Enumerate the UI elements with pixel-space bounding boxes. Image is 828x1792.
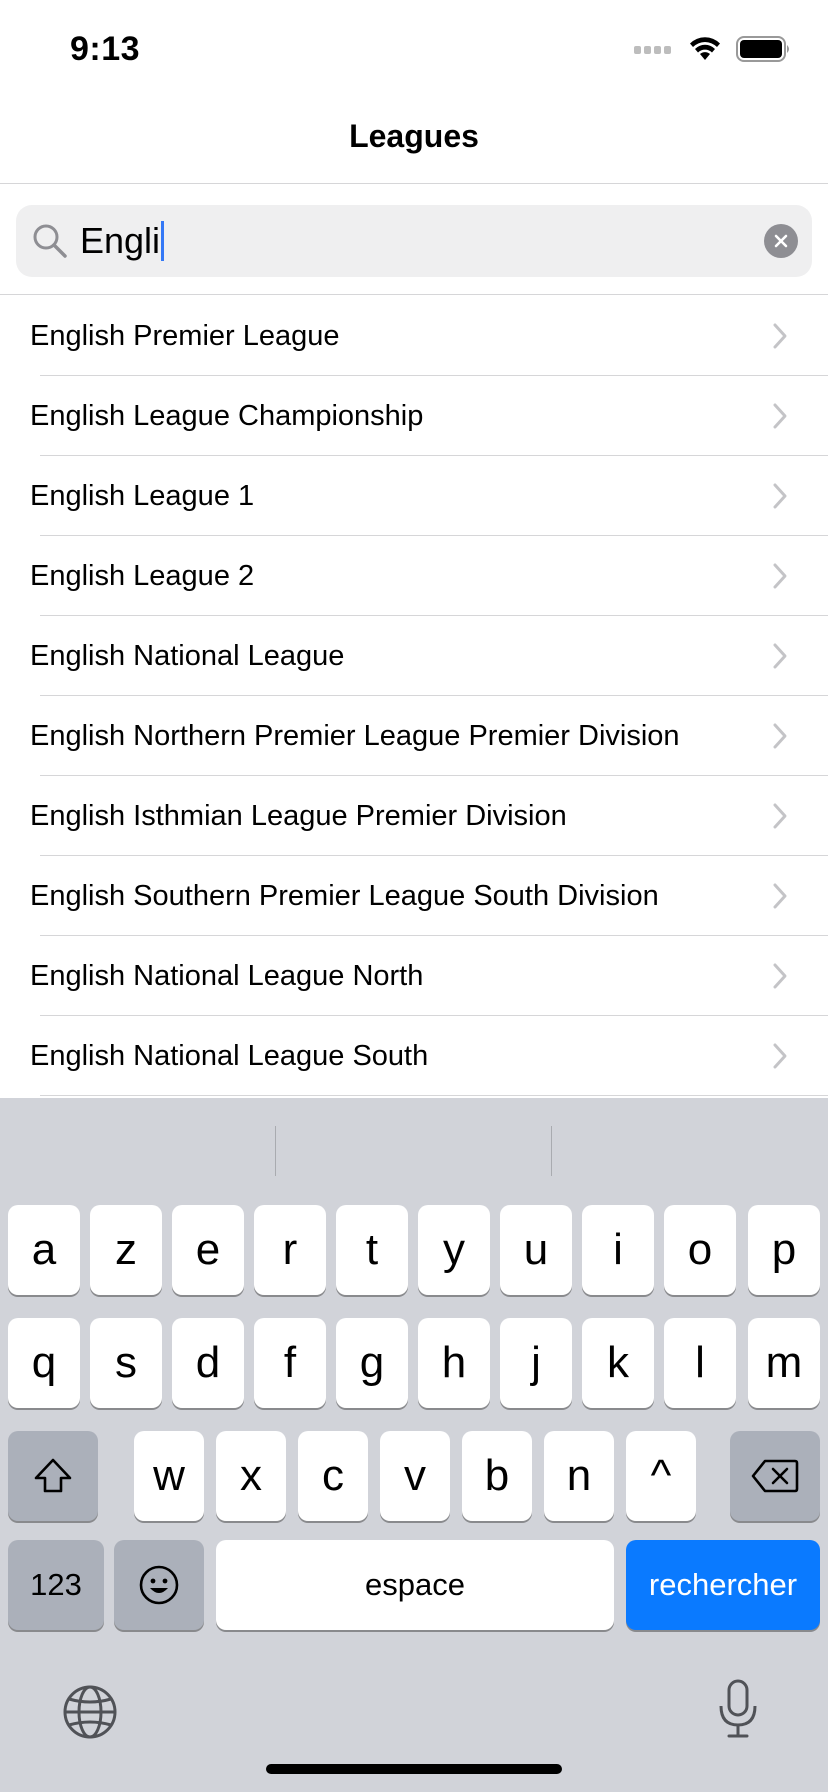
row-divider [40, 1095, 828, 1096]
space-key[interactable]: espace [216, 1540, 614, 1630]
close-icon [774, 234, 788, 248]
globe-icon[interactable] [62, 1684, 118, 1740]
list-item-label: English Northern Premier League Premier … [30, 719, 680, 752]
suggestion-divider [551, 1126, 552, 1176]
list-item-label: English Southern Premier League South Di… [30, 879, 659, 912]
list-item-label: English League Championship [30, 399, 424, 432]
clear-search-button[interactable] [764, 224, 798, 258]
search-area: Engli [0, 185, 828, 295]
key-k[interactable]: k [582, 1318, 654, 1408]
list-item[interactable]: English National League North [0, 936, 828, 1016]
list-item[interactable]: English Northern Premier League Premier … [0, 696, 828, 776]
key-h[interactable]: h [418, 1318, 490, 1408]
list-item-label: English League 1 [30, 479, 255, 512]
list-item-label: English Isthmian League Premier Division [30, 799, 567, 832]
list-item[interactable]: English Premier League [0, 296, 828, 376]
search-field[interactable]: Engli [16, 205, 812, 277]
battery-icon [736, 36, 789, 62]
key-v[interactable]: v [380, 1431, 450, 1521]
chevron-right-icon [773, 643, 787, 669]
chevron-right-icon [773, 403, 787, 429]
delete-icon [751, 1459, 799, 1493]
league-list: English Premier League English League Ch… [0, 296, 828, 1096]
key-q[interactable]: q [8, 1318, 80, 1408]
chevron-right-icon [773, 803, 787, 829]
emoji-key[interactable] [114, 1540, 204, 1630]
key-j[interactable]: j [500, 1318, 572, 1408]
delete-key[interactable] [730, 1431, 820, 1521]
key-f[interactable]: f [254, 1318, 326, 1408]
emoji-icon [139, 1565, 179, 1605]
chevron-right-icon [773, 963, 787, 989]
chevron-right-icon [773, 563, 787, 589]
chevron-right-icon [773, 723, 787, 749]
list-item[interactable]: English League 1 [0, 456, 828, 536]
status-icons [634, 36, 792, 62]
navigation-bar: Leagues [0, 96, 828, 184]
cellular-signal-icon [634, 46, 671, 54]
list-item-label: English National League South [30, 1039, 429, 1072]
key-a[interactable]: a [8, 1205, 80, 1295]
chevron-right-icon [773, 323, 787, 349]
list-item[interactable]: English League Championship [0, 376, 828, 456]
status-bar: 9:13 [0, 0, 828, 96]
microphone-icon[interactable] [716, 1678, 760, 1740]
shift-icon [34, 1458, 72, 1493]
list-item-label: English Premier League [30, 319, 340, 352]
key-z[interactable]: z [90, 1205, 162, 1295]
list-item[interactable]: English Isthmian League Premier Division [0, 776, 828, 856]
search-input-value: Engli [80, 220, 161, 261]
key-c[interactable]: c [298, 1431, 368, 1521]
key-i[interactable]: i [582, 1205, 654, 1295]
suggestion-bar [0, 1098, 828, 1194]
key-y[interactable]: y [418, 1205, 490, 1295]
wifi-icon [690, 37, 720, 60]
list-item[interactable]: English League 2 [0, 536, 828, 616]
search-input[interactable]: Engli [80, 220, 165, 261]
status-time: 9:13 [70, 30, 141, 68]
key-d[interactable]: d [172, 1318, 244, 1408]
key-n[interactable]: n [544, 1431, 614, 1521]
page-title: Leagues [349, 118, 479, 154]
key-circumflex[interactable]: ^ [626, 1431, 696, 1521]
text-caret [161, 221, 165, 261]
key-m[interactable]: m [748, 1318, 820, 1408]
key-e[interactable]: e [172, 1205, 244, 1295]
key-x[interactable]: x [216, 1431, 286, 1521]
list-item[interactable]: English National League [0, 616, 828, 696]
key-p[interactable]: p [748, 1205, 820, 1295]
chevron-right-icon [773, 483, 787, 509]
search-action-key[interactable]: rechercher [626, 1540, 820, 1630]
key-b[interactable]: b [462, 1431, 532, 1521]
keyboard: a z e r t y u i o p q s d f g h j k l m … [0, 1098, 828, 1792]
key-t[interactable]: t [336, 1205, 408, 1295]
home-indicator[interactable] [266, 1764, 562, 1774]
list-item-label: English National League [30, 639, 345, 672]
chevron-right-icon [773, 883, 787, 909]
key-g[interactable]: g [336, 1318, 408, 1408]
shift-key[interactable] [8, 1431, 98, 1521]
search-icon [33, 224, 67, 258]
suggestion-divider [275, 1126, 276, 1176]
key-o[interactable]: o [664, 1205, 736, 1295]
key-w[interactable]: w [134, 1431, 204, 1521]
list-item[interactable]: English Southern Premier League South Di… [0, 856, 828, 936]
key-l[interactable]: l [664, 1318, 736, 1408]
key-u[interactable]: u [500, 1205, 572, 1295]
key-r[interactable]: r [254, 1205, 326, 1295]
numbers-key[interactable]: 123 [8, 1540, 104, 1630]
list-item-label: English League 2 [30, 559, 255, 592]
key-s[interactable]: s [90, 1318, 162, 1408]
list-item-label: English National League North [30, 959, 424, 992]
chevron-right-icon [773, 1043, 787, 1069]
list-item[interactable]: English National League South [0, 1016, 828, 1096]
